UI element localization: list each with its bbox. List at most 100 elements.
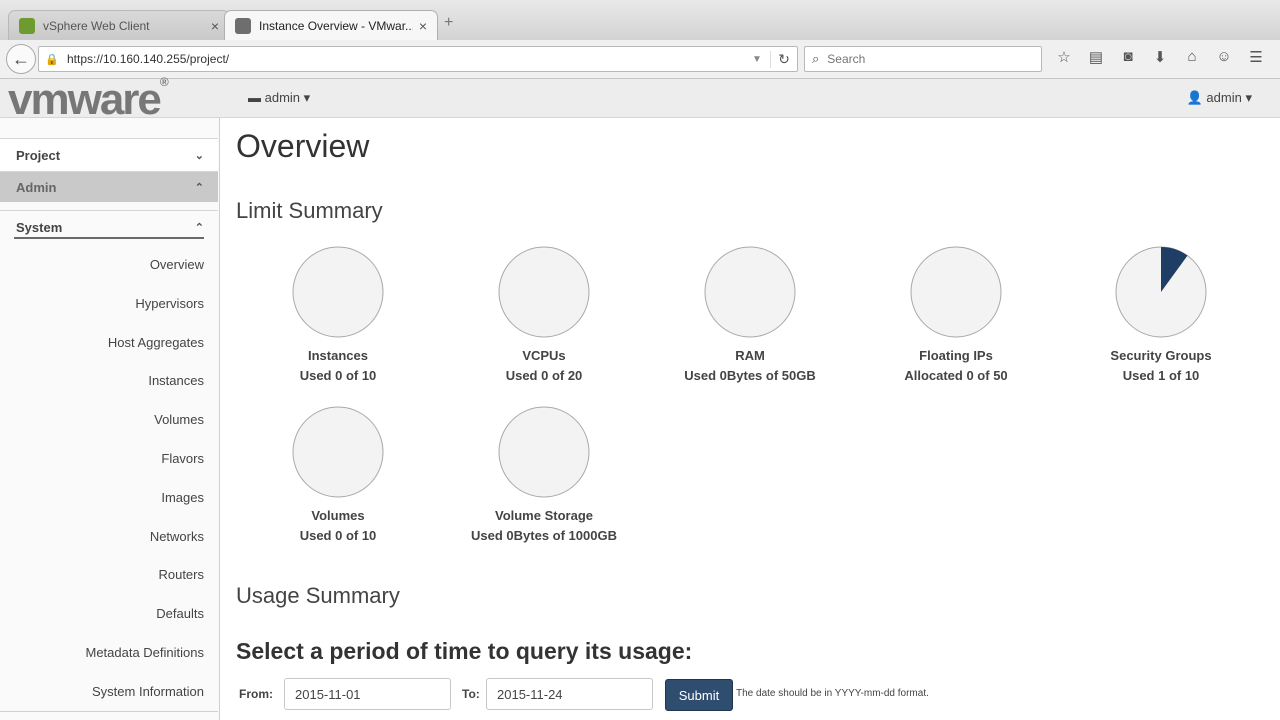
menu-icon[interactable]: ☰ — [1240, 48, 1272, 66]
sidebar: Project ⌄ Admin ⌃ System ⌃ Overview Hype… — [0, 118, 220, 720]
chevron-down-icon: ⌄ — [194, 149, 204, 162]
sidebar-item-volumes[interactable]: Volumes — [0, 401, 204, 440]
query-heading: Select a period of time to query its usa… — [236, 638, 693, 664]
pie-title: Security Groups — [1110, 348, 1212, 363]
download-icon[interactable]: ⬇ — [1144, 48, 1176, 66]
pie-background — [498, 246, 590, 338]
browser-nav-bar: ← 🔒 https://10.160.140.255/project/ ▼ ↻ … — [0, 40, 1280, 79]
pie-chart — [910, 246, 1002, 338]
pie-title: VCPUs — [522, 348, 566, 363]
pie-usage: Allocated 0 of 50 — [904, 368, 1008, 383]
sidebar-item-system-information[interactable]: System Information — [0, 673, 204, 712]
pie-instances: Instances Used 0 of 10 — [233, 246, 443, 383]
pie-usage: Used 1 of 10 — [1122, 368, 1200, 383]
reload-icon[interactable]: ↻ — [770, 50, 797, 68]
browser-tab-bar: vSphere Web Client × Instance Overview -… — [0, 0, 1280, 41]
lock-icon: 🔒 — [45, 53, 59, 66]
pie-usage: Used 0 of 20 — [505, 368, 583, 383]
sidebar-item-host-aggregates[interactable]: Host Aggregates — [0, 324, 204, 363]
tab-instance-overview[interactable]: Instance Overview - VMwar... × — [224, 10, 438, 40]
sidebar-footer — [0, 711, 218, 720]
sidebar-item-defaults[interactable]: Defaults — [0, 595, 204, 634]
vsphere-favicon-icon — [19, 17, 35, 34]
project-icon: ▬ — [248, 90, 261, 105]
toolbar-icons: ☆ ▤ ◙ ⬇ ⌂ ☺ ☰ — [1048, 48, 1272, 66]
chevron-up-icon: ⌃ — [194, 181, 204, 194]
pocket-icon[interactable]: ◙ — [1112, 48, 1144, 66]
to-label: To: — [462, 687, 480, 701]
pie-vcpus: VCPUs Used 0 of 20 — [439, 246, 649, 383]
pie-chart — [292, 406, 384, 498]
pie-chart — [704, 246, 796, 338]
section-label: Admin — [16, 179, 57, 195]
user-menu-label: admin — [1206, 90, 1242, 105]
smiley-icon[interactable]: ☺ — [1208, 48, 1240, 66]
limit-summary-heading: Limit Summary — [236, 198, 383, 223]
pie-usage: Used 0 of 10 — [299, 528, 377, 543]
section-label: Project — [16, 147, 61, 163]
section-label: System — [16, 220, 63, 235]
pie-chart — [498, 246, 590, 338]
close-tab-icon[interactable]: × — [211, 18, 219, 34]
sidebar-item-metadata-definitions[interactable]: Metadata Definitions — [0, 634, 204, 673]
back-arrow-icon[interactable]: ← — [6, 44, 36, 74]
from-label: From: — [239, 687, 273, 701]
pie-usage: Used 0 of 10 — [299, 368, 377, 383]
submit-button[interactable]: Submit — [665, 679, 733, 711]
user-menu[interactable]: 👤 admin ▾ — [1187, 90, 1252, 106]
sidebar-item-overview[interactable]: Overview — [0, 246, 204, 285]
page-favicon-icon — [235, 17, 251, 34]
pie-background — [292, 406, 384, 498]
pie-title: Floating IPs — [919, 348, 993, 363]
pie-chart — [292, 246, 384, 338]
browser-search[interactable]: ⌕ — [804, 46, 1042, 72]
from-date-input[interactable] — [284, 678, 451, 710]
tab-vsphere[interactable]: vSphere Web Client × — [8, 10, 230, 40]
project-selector-label: admin — [264, 90, 301, 105]
pie-background — [498, 406, 590, 498]
pie-floating-ips: Floating IPs Allocated 0 of 50 — [851, 246, 1061, 383]
to-date-input[interactable] — [486, 678, 653, 710]
bookmark-star-icon[interactable]: ☆ — [1048, 48, 1080, 66]
reading-list-icon[interactable]: ▤ — [1080, 48, 1112, 66]
caret-down-icon: ▾ — [1245, 90, 1252, 105]
close-tab-icon[interactable]: × — [419, 18, 427, 34]
pie-title: Instances — [308, 348, 368, 363]
pie-background — [292, 246, 384, 338]
sidebar-item-instances[interactable]: Instances — [0, 362, 204, 401]
sidebar-section-project[interactable]: Project ⌄ — [0, 138, 218, 172]
url-dropdown-icon[interactable]: ▼ — [752, 54, 770, 65]
sidebar-item-images[interactable]: Images — [0, 479, 204, 518]
sidebar-item-hypervisors[interactable]: Hypervisors — [0, 285, 204, 324]
pie-volume-storage: Volume Storage Used 0Bytes of 1000GB — [439, 406, 649, 543]
pie-background — [704, 246, 796, 338]
url-text[interactable]: https://10.160.140.255/project/ — [67, 52, 752, 66]
project-selector[interactable]: ▬ admin ▾ — [248, 90, 310, 106]
sidebar-item-flavors[interactable]: Flavors — [0, 440, 204, 479]
date-format-hint: The date should be in YYYY-mm-dd format. — [736, 688, 929, 699]
usage-query-form: From: To: Submit The date should be in Y… — [236, 678, 1266, 712]
pie-security-groups: Security Groups Used 1 of 10 — [1056, 246, 1266, 383]
new-tab-icon[interactable]: + — [444, 14, 453, 32]
caret-down-icon: ▾ — [303, 90, 311, 105]
pie-chart — [498, 406, 590, 498]
home-icon[interactable]: ⌂ — [1176, 48, 1208, 66]
pie-ram: RAM Used 0Bytes of 50GB — [645, 246, 855, 383]
page-title: Overview — [236, 128, 370, 164]
pie-title: Volume Storage — [494, 508, 593, 523]
app-header: vmware® ▬ admin ▾ 👤 admin ▾ — [0, 75, 1280, 124]
pie-usage: Used 0Bytes of 1000GB — [471, 528, 617, 543]
sidebar-item-networks[interactable]: Networks — [0, 518, 204, 557]
pie-background — [910, 246, 1002, 338]
sidebar-item-routers[interactable]: Routers — [0, 556, 204, 595]
pie-chart — [1115, 246, 1207, 338]
search-icon: ⌕ — [812, 51, 820, 66]
tab-label: vSphere Web Client — [43, 18, 150, 33]
address-bar[interactable]: 🔒 https://10.160.140.255/project/ ▼ ↻ — [38, 46, 798, 72]
pie-title: RAM — [735, 348, 765, 363]
pie-title: Volumes — [311, 508, 365, 523]
sidebar-section-admin[interactable]: Admin ⌃ — [0, 172, 218, 202]
user-icon: 👤 — [1186, 90, 1203, 105]
pie-volumes: Volumes Used 0 of 10 — [233, 406, 443, 543]
search-input[interactable] — [825, 51, 1030, 67]
